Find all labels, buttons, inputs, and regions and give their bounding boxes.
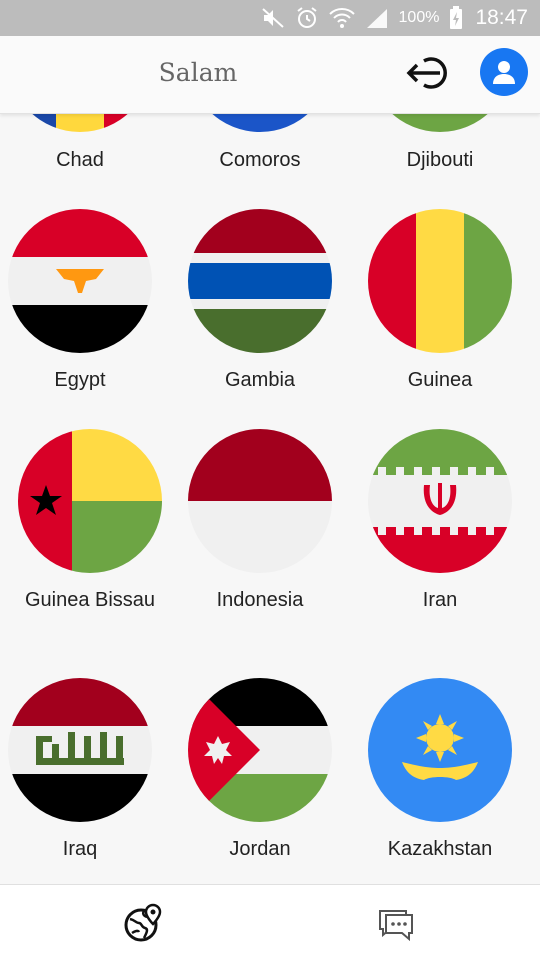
country-label[interactable]: Iraq bbox=[0, 835, 170, 864]
clock: 18:47 bbox=[475, 6, 528, 29]
signal-icon bbox=[366, 9, 387, 28]
flag-jordan[interactable] bbox=[188, 678, 332, 822]
battery-percentage: 100% bbox=[398, 9, 440, 26]
flag-egypt[interactable] bbox=[8, 209, 152, 353]
country-label[interactable]: Iran bbox=[350, 586, 530, 615]
flag-guinea-bissau[interactable] bbox=[18, 429, 162, 573]
flag-djibouti[interactable] bbox=[368, 114, 512, 132]
country-label[interactable]: Kazakhstan bbox=[350, 835, 530, 864]
flag-guinea[interactable] bbox=[368, 209, 512, 353]
flag-indonesia[interactable] bbox=[188, 429, 332, 573]
country-label[interactable]: Chad bbox=[0, 146, 170, 175]
flag-chad[interactable] bbox=[8, 114, 152, 132]
logout-icon bbox=[406, 57, 447, 89]
profile-button[interactable] bbox=[480, 48, 528, 96]
chat-icon bbox=[379, 910, 413, 942]
mute-icon bbox=[261, 8, 284, 28]
country-label[interactable]: Guinea Bissau bbox=[0, 586, 180, 615]
battery-charging-icon bbox=[450, 6, 463, 29]
country-label[interactable]: Djibouti bbox=[350, 146, 530, 175]
country-label[interactable]: Egypt bbox=[0, 366, 170, 395]
status-bar: 100% 18:47 bbox=[0, 0, 540, 36]
country-label[interactable]: Guinea bbox=[350, 366, 530, 395]
flag-iran[interactable] bbox=[368, 429, 512, 573]
flag-gambia[interactable] bbox=[188, 209, 332, 353]
logout-button[interactable] bbox=[405, 50, 459, 96]
wifi-icon bbox=[328, 8, 355, 28]
country-label[interactable]: Jordan bbox=[170, 835, 350, 864]
app-bar: Salam bbox=[0, 36, 540, 114]
alarm-icon bbox=[296, 7, 317, 28]
bottom-nav bbox=[0, 884, 540, 960]
globe-location-icon bbox=[124, 903, 162, 942]
nav-countries-button[interactable] bbox=[124, 903, 164, 943]
flag-kazakhstan[interactable] bbox=[368, 678, 512, 822]
flag-iraq[interactable] bbox=[8, 678, 152, 822]
country-label[interactable]: Gambia bbox=[170, 366, 350, 395]
profile-icon bbox=[493, 61, 515, 84]
app-title: Salam bbox=[158, 58, 238, 87]
country-label[interactable]: Indonesia bbox=[170, 586, 350, 615]
country-label[interactable]: Comoros bbox=[170, 146, 350, 175]
country-grid: Chad Comoros Djibouti Egypt Gambia Guine… bbox=[0, 114, 540, 884]
nav-chat-button[interactable] bbox=[376, 903, 416, 943]
flag-comoros[interactable] bbox=[188, 114, 332, 132]
